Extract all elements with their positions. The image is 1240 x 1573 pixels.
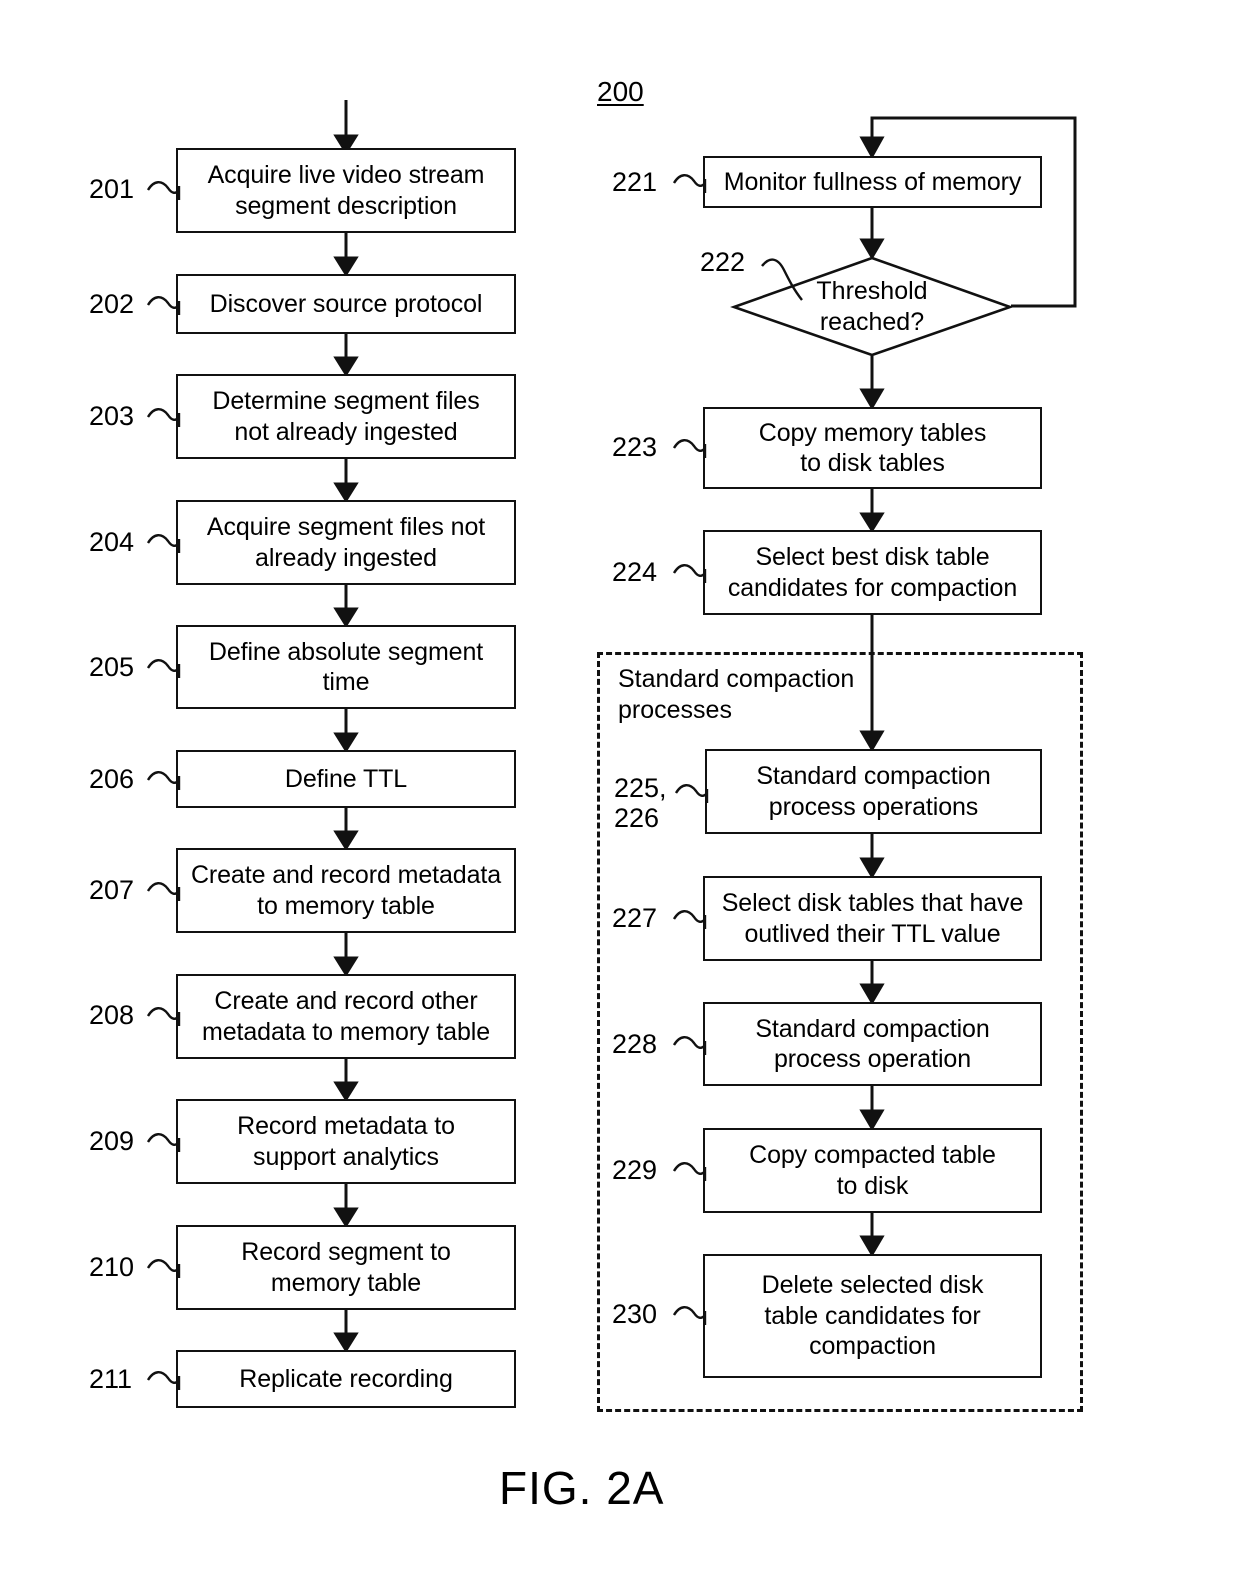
process-node-227: Select disk tables that have outlived th… (703, 876, 1042, 961)
leader-line-221 (672, 174, 707, 193)
reference-numeral-227: 227 (612, 903, 658, 933)
process-node-221: Monitor fullness of memory (703, 156, 1042, 208)
leader-line-230 (672, 1306, 707, 1325)
process-node-230: Delete selected disk table candidates fo… (703, 1254, 1042, 1378)
reference-numeral-223: 223 (612, 432, 658, 462)
reference-numeral-222: 222 (700, 247, 746, 277)
leader-line-227 (672, 910, 707, 929)
leader-line-225-226 (674, 784, 709, 803)
leader-line-222 (761, 258, 803, 301)
process-node-224: Select best disk table candidates for co… (703, 530, 1042, 615)
reference-numeral-230: 230 (612, 1299, 658, 1329)
leader-line-223 (672, 439, 707, 458)
reference-numeral-225-226: 225, 226 (614, 773, 667, 833)
leader-line-224 (672, 564, 707, 583)
reference-numeral-221: 221 (612, 167, 658, 197)
standard-compaction-processes-label: Standard compaction processes (618, 665, 855, 724)
reference-numeral-229: 229 (612, 1155, 658, 1185)
process-node-223: Copy memory tables to disk tables (703, 407, 1042, 489)
leader-line-228 (672, 1036, 707, 1055)
figure-caption: FIG. 2A (499, 1462, 665, 1514)
figure-page: 200 Acquire live video stream segment de… (0, 0, 1240, 1573)
process-node-229: Copy compacted table to disk (703, 1128, 1042, 1213)
process-node-228: Standard compaction process operation (703, 1002, 1042, 1086)
leader-line-229 (672, 1162, 707, 1181)
process-node-225-226: Standard compaction process operations (705, 749, 1042, 834)
reference-numeral-228: 228 (612, 1029, 658, 1059)
reference-numeral-224: 224 (612, 557, 658, 587)
